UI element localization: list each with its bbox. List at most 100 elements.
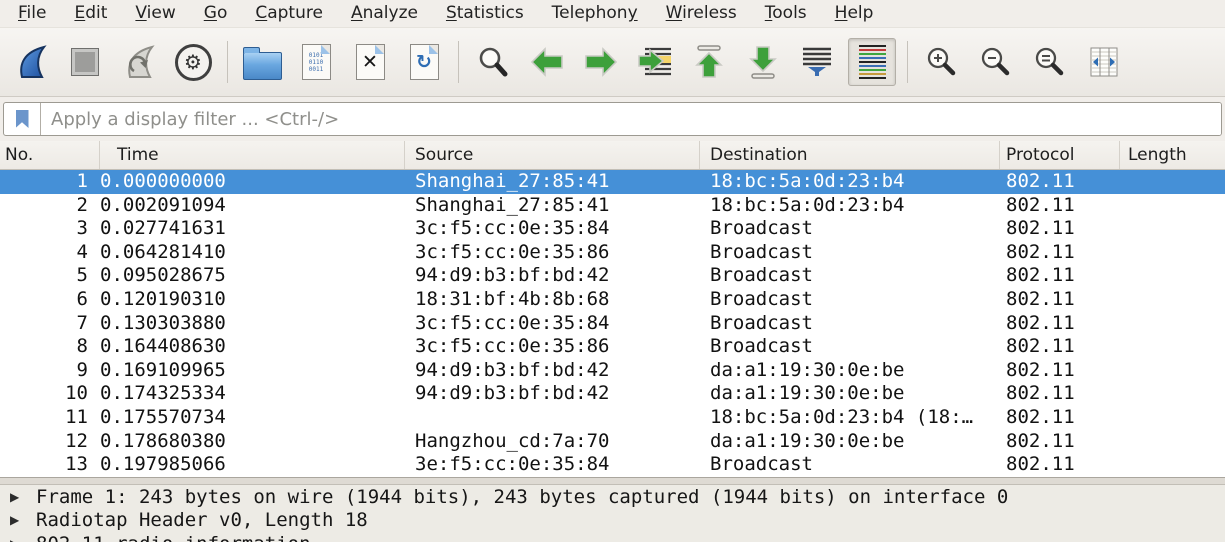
packet-row-11[interactable]: 110.17557073418:bc:5a:0d:23:b4 (18:…802.… [0,406,1225,430]
display-filter-bar [0,97,1225,141]
packet-row-4[interactable]: 40.0642814103c:f5:cc:0e:35:86Broadcast80… [0,241,1225,265]
cell-destination: Broadcast [700,241,1000,265]
cell-source: 3c:f5:cc:0e:35:86 [405,241,700,265]
cell-time: 0.169109965 [100,359,405,383]
packet-row-8[interactable]: 80.1644086303c:f5:cc:0e:35:86Broadcast80… [0,335,1225,359]
auto-scroll-button[interactable] [794,39,840,85]
menu-item-tools[interactable]: Tools [751,0,821,27]
menu-item-statistics[interactable]: Statistics [432,0,538,27]
save-file-button[interactable]: 0101 0110 0011 [293,39,339,85]
packet-row-5[interactable]: 50.09502867594:d9:b3:bf:bd:42Broadcast80… [0,264,1225,288]
open-file-folder-icon [243,52,282,80]
column-header-time[interactable]: Time [100,141,405,169]
cell-destination: 18:bc:5a:0d:23:b4 [700,170,1000,194]
packet-row-9[interactable]: 90.16910996594:d9:b3:bf:bd:42da:a1:19:30… [0,359,1225,383]
close-file-icon: ✕ [356,44,385,80]
cell-no: 13 [0,453,100,477]
go-back-button[interactable] [524,39,570,85]
cell-length [1120,241,1225,265]
column-header-source[interactable]: Source [405,141,700,169]
zoom-in-button[interactable] [919,39,965,85]
cell-time: 0.120190310 [100,288,405,312]
detail-line[interactable]: ▶802.11 radio information [0,533,1225,542]
go-to-packet-button[interactable] [632,39,678,85]
cell-destination: 18:bc:5a:0d:23:b4 (18:… [700,406,1000,430]
open-file-button[interactable] [239,39,285,85]
display-filter-input[interactable] [41,103,1221,135]
colorize-packets-button[interactable] [848,38,896,86]
expander-triangle-icon[interactable]: ▶ [0,486,36,509]
menu-item-go[interactable]: Go [190,0,242,27]
packet-row-1[interactable]: 10.000000000Shanghai_27:85:4118:bc:5a:0d… [0,170,1225,194]
find-packet-button[interactable] [470,39,516,85]
restart-capture-button[interactable] [116,39,162,85]
cell-destination: da:a1:19:30:0e:be [700,430,1000,454]
column-header-no[interactable]: No. [0,141,100,169]
menu-item-help[interactable]: Help [821,0,888,27]
filter-bookmark-button[interactable] [4,103,41,135]
cell-protocol: 802.11 [1000,217,1120,241]
packet-row-6[interactable]: 60.12019031018:31:bf:4b:8b:68Broadcast80… [0,288,1225,312]
cell-protocol: 802.11 [1000,406,1120,430]
zoom-normal-button[interactable] [1027,39,1073,85]
resize-columns-icon [1087,45,1121,79]
cell-length [1120,406,1225,430]
cell-source [405,406,700,430]
resize-columns-button[interactable] [1081,39,1127,85]
packet-list-header: No. Time Source Destination Protocol Len… [0,141,1225,170]
go-to-packet-icon [637,45,673,79]
expander-triangle-icon[interactable]: ▶ [0,533,36,542]
reload-file-button[interactable]: ↻ [401,39,447,85]
menu-item-analyze[interactable]: Analyze [337,0,432,27]
menu-item-telephony[interactable]: Telephony [538,0,652,27]
stop-capture-button[interactable] [62,39,108,85]
cell-length [1120,264,1225,288]
menu-item-edit[interactable]: Edit [60,0,121,27]
column-header-destination[interactable]: Destination [700,141,1000,169]
cell-source: 94:d9:b3:bf:bd:42 [405,264,700,288]
column-header-protocol[interactable]: Protocol [1000,141,1120,169]
cell-destination: Broadcast [700,264,1000,288]
cell-length [1120,430,1225,454]
cell-length [1120,170,1225,194]
cell-time: 0.178680380 [100,430,405,454]
packet-row-2[interactable]: 20.002091094Shanghai_27:85:4118:bc:5a:0d… [0,194,1225,218]
cell-source: Hangzhou_cd:7a:70 [405,430,700,454]
wireshark-window: FileEditViewGoCaptureAnalyzeStatisticsTe… [0,0,1225,542]
packet-row-13[interactable]: 130.1979850663e:f5:cc:0e:35:84Broadcast8… [0,453,1225,477]
menu-item-file[interactable]: File [4,0,60,27]
cell-destination: 18:bc:5a:0d:23:b4 [700,194,1000,218]
expander-triangle-icon[interactable]: ▶ [0,509,36,532]
detail-line[interactable]: ▶Radiotap Header v0, Length 18 [0,509,1225,532]
close-file-button[interactable]: ✕ [347,39,393,85]
find-packet-icon [476,45,510,79]
packet-row-3[interactable]: 30.0277416313c:f5:cc:0e:35:84Broadcast80… [0,217,1225,241]
cell-length [1120,312,1225,336]
go-forward-button[interactable] [578,39,624,85]
cell-no: 6 [0,288,100,312]
menu-item-wireless[interactable]: Wireless [652,0,751,27]
cell-destination: Broadcast [700,335,1000,359]
packet-row-7[interactable]: 70.1303038803c:f5:cc:0e:35:84Broadcast80… [0,312,1225,336]
go-to-last-packet-button[interactable] [740,39,786,85]
column-header-length[interactable]: Length [1120,141,1225,169]
colorize-packets-icon [859,45,886,80]
menu-item-capture[interactable]: Capture [241,0,337,27]
detail-line-text: Radiotap Header v0, Length 18 [36,509,1225,532]
cell-no: 10 [0,382,100,406]
restart-capture-fin-icon [122,44,156,80]
packet-rows: 10.000000000Shanghai_27:85:4118:bc:5a:0d… [0,170,1225,477]
zoom-out-button[interactable] [973,39,1019,85]
detail-line[interactable]: ▶Frame 1: 243 bytes on wire (1944 bits),… [0,486,1225,509]
cell-protocol: 802.11 [1000,288,1120,312]
cell-protocol: 802.11 [1000,170,1120,194]
packet-row-10[interactable]: 100.17432533494:d9:b3:bf:bd:42da:a1:19:3… [0,382,1225,406]
capture-options-button[interactable]: ⚙ [170,39,216,85]
packet-row-12[interactable]: 120.178680380Hangzhou_cd:7a:70da:a1:19:3… [0,430,1225,454]
toolbar-separator [458,41,459,83]
start-capture-button[interactable] [8,39,54,85]
go-to-first-packet-button[interactable] [686,39,732,85]
pane-splitter[interactable] [0,477,1225,485]
menubar: FileEditViewGoCaptureAnalyzeStatisticsTe… [0,0,1225,28]
menu-item-view[interactable]: View [121,0,189,27]
